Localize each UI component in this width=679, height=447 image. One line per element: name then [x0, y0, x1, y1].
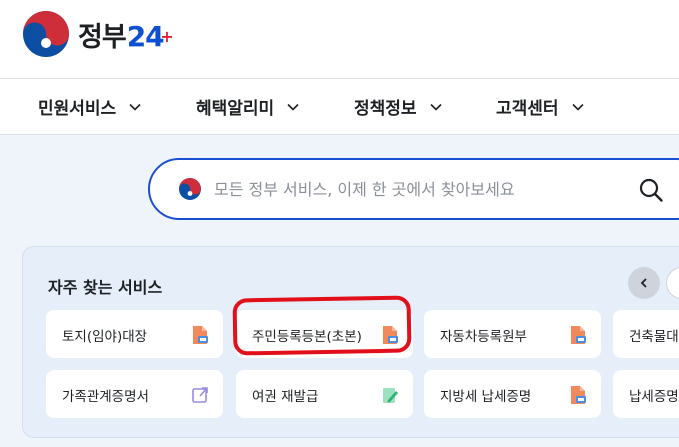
service-card-local-tax-certificate[interactable]: 지방세 납세증명 [424, 370, 601, 418]
chevron-down-icon [287, 103, 299, 111]
panel-title: 자주 찾는 서비스 [48, 278, 163, 297]
search-bar [148, 158, 679, 220]
edit-doc-icon [383, 388, 398, 403]
pdf-doc-icon [571, 326, 586, 344]
gov24-logo[interactable]: 정부 24 + [22, 10, 174, 58]
nav-label: 정책정보 [354, 99, 417, 119]
nav-item-customer-center[interactable]: 고객센터 [496, 79, 585, 134]
service-card-vehicle-register[interactable]: 자동차등록원부 [424, 310, 601, 358]
card-label: 건축물대 [629, 329, 679, 345]
nav-label: 혜택알리미 [196, 99, 275, 119]
service-card-resident-register[interactable]: 주민등록등본(초본) [236, 310, 413, 358]
chevron-left-icon [640, 278, 647, 288]
service-card-passport-reissue[interactable]: 여권 재발급 [236, 370, 413, 418]
service-card-tax-certificate[interactable]: 납세증명 [613, 370, 679, 418]
site-header: 정부 24 + [0, 0, 679, 78]
chevron-down-icon [571, 103, 584, 111]
card-label: 가족관계증명서 [62, 389, 149, 405]
card-label: 여권 재발급 [252, 389, 319, 405]
nav-item-benefit-alert[interactable]: 혜택알리미 [196, 79, 300, 134]
card-label: 지방세 납세증명 [440, 389, 532, 405]
card-label: 토지(임야)대장 [62, 329, 148, 345]
card-label: 자동차등록원부 [440, 329, 527, 345]
main-nav: 민원서비스 혜택알리미 정책정보 고객센터 [0, 78, 679, 135]
service-card-land-register[interactable]: 토지(임야)대장 [46, 310, 223, 358]
pdf-doc-icon [571, 386, 586, 404]
card-label: 납세증명 [629, 389, 679, 405]
search-input[interactable] [214, 179, 614, 199]
chevron-down-icon [129, 103, 141, 111]
carousel-prev-button[interactable] [628, 267, 660, 299]
pdf-doc-icon [193, 326, 208, 344]
service-card-family-relation[interactable]: 가족관계증명서 [46, 370, 223, 418]
external-link-icon [192, 387, 208, 403]
service-card-building-register[interactable]: 건축물대 [613, 310, 679, 358]
pdf-doc-icon [383, 326, 398, 344]
nav-item-policy-info[interactable]: 정책정보 [354, 79, 443, 134]
chevron-down-icon [429, 103, 442, 111]
logo-text: 정부 24 + [78, 19, 174, 53]
taegeuk-emblem-icon [23, 11, 69, 57]
nav-label: 고객센터 [496, 99, 559, 119]
carousel-next-button[interactable] [666, 267, 679, 299]
search-icon[interactable] [638, 177, 664, 203]
nav-item-civil-service[interactable]: 민원서비스 [38, 79, 142, 134]
card-label: 주민등록등본(초본) [252, 329, 362, 345]
nav-label: 민원서비스 [38, 99, 117, 119]
taegeuk-emblem-icon [179, 178, 201, 200]
